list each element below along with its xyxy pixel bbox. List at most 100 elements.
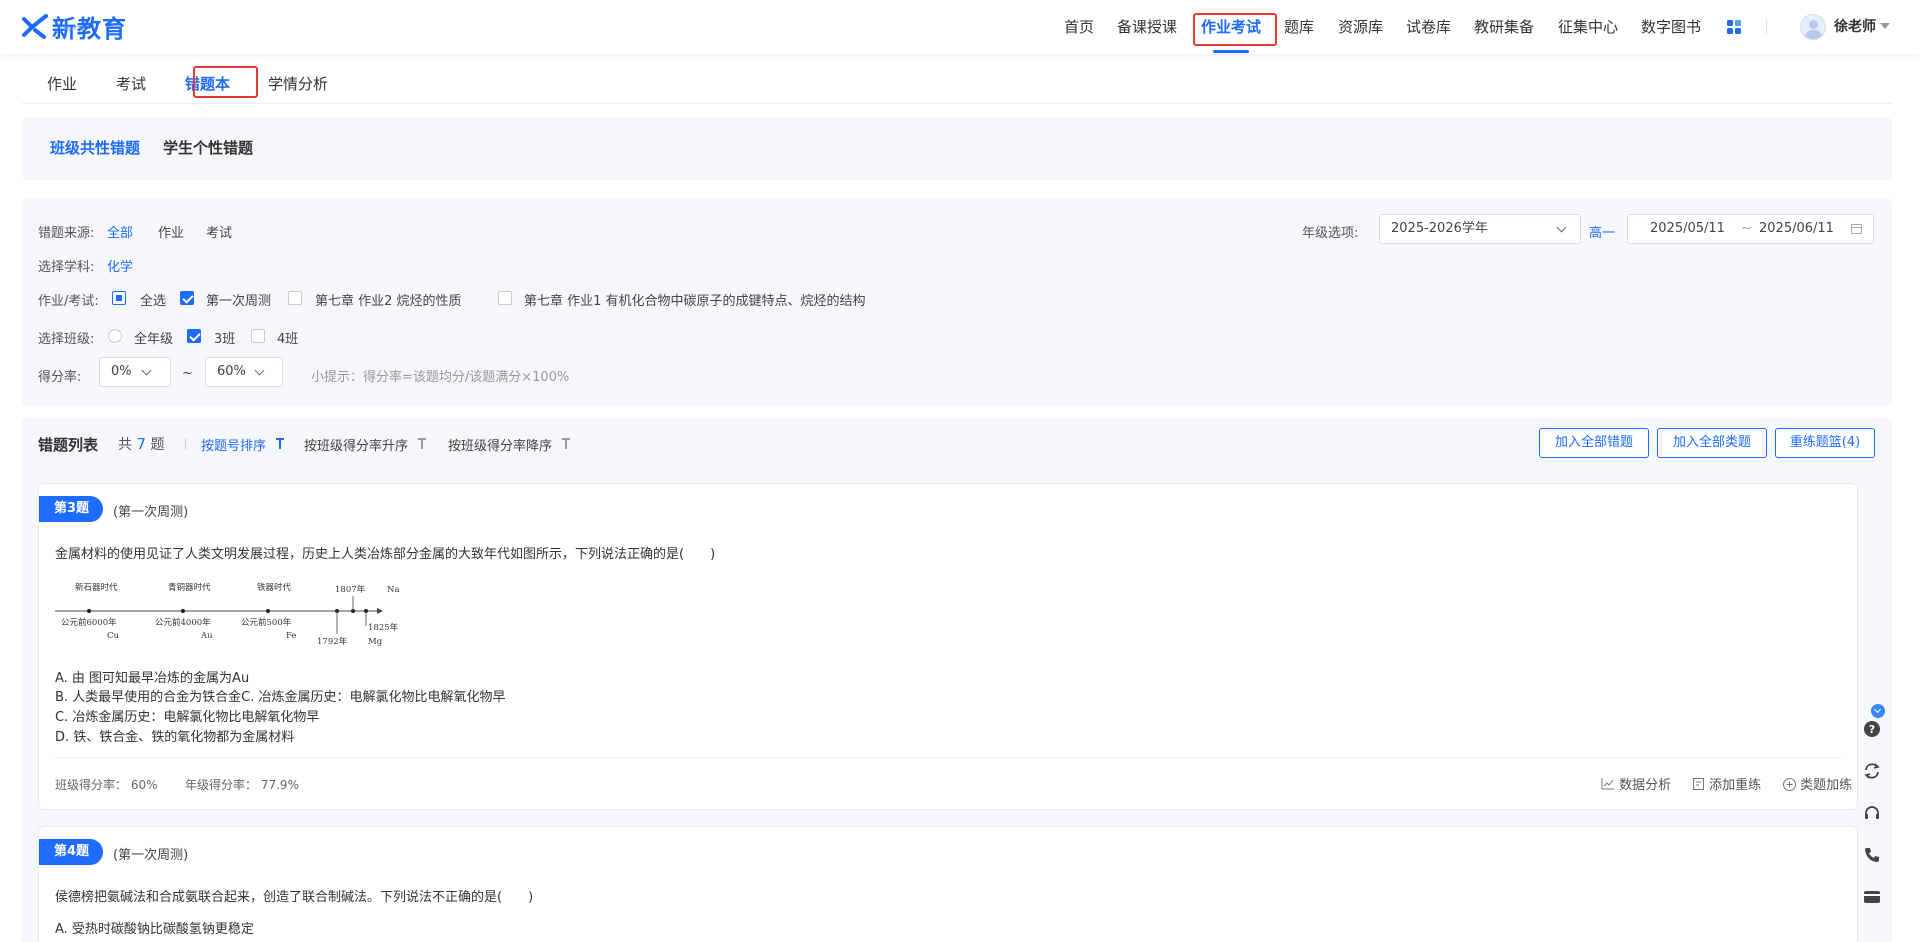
question-source: (第一次周测) xyxy=(113,505,189,520)
score-to-select[interactable]: 60% xyxy=(205,357,283,387)
tab-exam[interactable]: 考试 xyxy=(116,73,146,94)
add-retrain-label: 添加重练 xyxy=(1709,778,1762,793)
retrain-basket-button[interactable]: 重练题篮(4) xyxy=(1775,428,1875,458)
floating-toolbar: ? xyxy=(1856,704,1892,922)
chevron-down-icon xyxy=(254,365,265,376)
nav-resource-library[interactable]: 资源库 xyxy=(1338,16,1383,38)
timeline-year: 1792年 xyxy=(317,636,348,647)
school-year-value: 2025-2026学年 xyxy=(1391,221,1488,236)
tab-active-highlight xyxy=(193,66,258,98)
chevron-down-icon xyxy=(141,365,152,376)
question-card: 第3题 (第一次周测) 金属材料的使用见证了人类文明发展过程，历史上人类冶炼部分… xyxy=(38,483,1858,810)
sort-by-rate-desc[interactable]: 按班级得分率降序 xyxy=(448,435,552,454)
class-rate-value: 60% xyxy=(130,778,158,792)
chart-icon xyxy=(1601,778,1614,790)
nav-question-bank[interactable]: 题库 xyxy=(1284,16,1314,38)
list-count: 共 7 题 xyxy=(118,434,164,454)
question-stem: 金属材料的使用见证了人类文明发展过程，历史上人类冶炼部分金属的大致年代如图所示，… xyxy=(55,547,716,562)
grade-level[interactable]: 高一 xyxy=(1589,222,1615,241)
phone-icon[interactable] xyxy=(1863,846,1881,864)
timeline-metal: Na xyxy=(387,585,400,595)
top-navbar: 新教育 XINJIAOYU 首页 备课授课 作业考试 题库 资源库 试卷库 教研… xyxy=(0,0,1920,54)
nav-digital-books[interactable]: 数字图书 xyxy=(1641,16,1701,38)
filter-panel: 错题来源: 全部 作业 考试 年级选项: 2025-2026学年 高一 2025… xyxy=(22,198,1892,406)
refresh-icon[interactable] xyxy=(1863,762,1881,780)
date-range-picker[interactable]: 2025/05/11 ~ 2025/06/11 xyxy=(1627,214,1874,244)
apps-grid-icon[interactable] xyxy=(1727,20,1741,34)
nav-home[interactable]: 首页 xyxy=(1064,16,1094,38)
caret-down-icon[interactable] xyxy=(1880,23,1890,29)
question-option: B. 人类最早使用的合金为铁合金C. 冶炼金属历史：电解氯化物比电解氧化物早 xyxy=(55,690,506,705)
add-retrain-button[interactable]: 添加重练 xyxy=(1693,774,1761,793)
class-checkbox-3[interactable] xyxy=(187,329,201,343)
data-analysis-button[interactable]: 数据分析 xyxy=(1601,774,1671,793)
question-stem: 侯德榜把氨碱法和合成氨联合起来，创造了联合制碱法。下列说法不正确的是( ) xyxy=(55,890,534,905)
timeline-metal: Au xyxy=(200,631,213,641)
select-all-checkbox[interactable] xyxy=(112,291,126,305)
score-to-value: 60% xyxy=(217,364,246,379)
work-checkbox-1[interactable] xyxy=(180,291,194,305)
wrong-type-panel: 班级共性错题 学生个性错题 xyxy=(22,117,1892,180)
document-icon xyxy=(1693,778,1704,790)
add-all-similar-button[interactable]: 加入全部类题 xyxy=(1657,428,1767,458)
source-option-homework[interactable]: 作业 xyxy=(158,222,184,241)
source-option-exam[interactable]: 考试 xyxy=(206,222,232,241)
timeline-era: 青铜器时代 xyxy=(168,582,211,593)
avatar[interactable] xyxy=(1800,14,1826,40)
tab-student-personal[interactable]: 学生个性错题 xyxy=(163,137,253,158)
score-from-select[interactable]: 0% xyxy=(99,357,171,387)
sort-icon[interactable] xyxy=(276,438,284,449)
work-label-2[interactable]: 第七章 作业2 烷烃的性质 xyxy=(315,290,462,309)
similar-practice-button[interactable]: 类题加练 xyxy=(1783,774,1852,793)
sort-by-number[interactable]: 按题号排序 xyxy=(201,435,266,454)
headset-icon[interactable] xyxy=(1863,804,1881,822)
class-label-4[interactable]: 4班 xyxy=(277,328,298,347)
data-analysis-label: 数据分析 xyxy=(1619,778,1672,793)
select-all-label[interactable]: 全选 xyxy=(140,290,166,309)
work-label-3[interactable]: 第七章 作业1 有机化合物中碳原子的成键特点、烷烃的结构 xyxy=(524,290,866,309)
card-icon[interactable] xyxy=(1863,888,1881,906)
tab-learning-analysis[interactable]: 学情分析 xyxy=(268,73,328,94)
question-source: (第一次周测) xyxy=(113,848,189,863)
subject-label: 选择学科: xyxy=(38,260,95,275)
question-option: A. 由 图可知最早冶炼的金属为Au xyxy=(55,671,250,686)
help-icon[interactable]: ? xyxy=(1863,720,1881,738)
sort-icon[interactable] xyxy=(562,438,570,449)
work-checkbox-3[interactable] xyxy=(498,291,512,305)
class-radio-all[interactable] xyxy=(108,329,122,343)
nav-paper-library[interactable]: 试卷库 xyxy=(1406,16,1451,38)
grade-label: 年级选项: xyxy=(1302,226,1359,241)
class-rate: 班级得分率： 60% xyxy=(55,776,158,793)
tab-class-common[interactable]: 班级共性错题 xyxy=(50,137,140,158)
subject-value[interactable]: 化学 xyxy=(107,256,133,275)
question-number-badge: 第4题 xyxy=(39,839,104,865)
school-year-select[interactable]: 2025-2026学年 xyxy=(1379,214,1581,244)
sort-icon[interactable] xyxy=(418,438,426,449)
date-to: 2025/06/11 xyxy=(1759,221,1834,236)
list-count-suffix: 题 xyxy=(150,437,165,453)
timeline-year: 1807年 xyxy=(335,584,366,595)
class-label-3[interactable]: 3班 xyxy=(214,328,235,347)
class-checkbox-4[interactable] xyxy=(251,329,265,343)
source-option-all[interactable]: 全部 xyxy=(107,222,133,241)
logo-icon xyxy=(22,14,48,39)
timeline-date: 公元前6000年 xyxy=(61,617,117,628)
source-label: 错题来源: xyxy=(38,226,95,241)
nav-research[interactable]: 教研集备 xyxy=(1474,16,1534,38)
grade-rate-value: 77.9% xyxy=(260,778,299,792)
class-label-all[interactable]: 全年级 xyxy=(134,328,173,347)
work-checkbox-2[interactable] xyxy=(288,291,302,305)
nav-collection-center[interactable]: 征集中心 xyxy=(1558,16,1618,38)
timeline-date: 公元前4000年 xyxy=(155,617,211,628)
list-count-value: 7 xyxy=(136,435,146,453)
tab-homework[interactable]: 作业 xyxy=(47,73,77,94)
score-hint: 小提示：得分率=该题均分/该题满分×100% xyxy=(311,370,570,385)
sort-by-rate-asc[interactable]: 按班级得分率升序 xyxy=(304,435,408,454)
brand-tagline: XINJIAOYU xyxy=(60,26,86,32)
user-name[interactable]: 徐老师 xyxy=(1834,16,1876,36)
nav-lesson-prep[interactable]: 备课授课 xyxy=(1117,16,1177,38)
collapse-icon[interactable] xyxy=(1871,704,1885,718)
add-all-wrong-button[interactable]: 加入全部错题 xyxy=(1539,428,1649,458)
nav-separator xyxy=(1766,20,1767,34)
work-label-1[interactable]: 第一次周测 xyxy=(206,290,271,309)
